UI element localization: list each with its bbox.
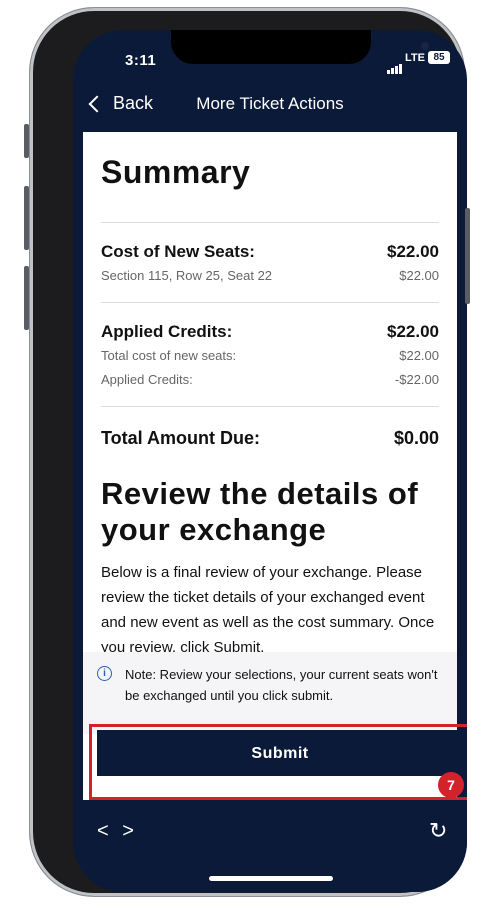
network-label: LTE [405, 52, 425, 64]
summary-heading: Summary [101, 154, 251, 190]
divider [101, 302, 439, 303]
review-heading-line: your exchange [101, 512, 327, 547]
submit-button[interactable]: Submit [97, 730, 463, 776]
cost-new-seats-amount: $22.00 [387, 242, 439, 261]
camera-icon [421, 42, 429, 50]
battery-icon: 85 [428, 51, 450, 64]
signal-icon [387, 56, 403, 74]
applied-credits-row: Applied Credits: $22.00 [101, 322, 439, 342]
cost-new-seats-row: Cost of New Seats: $22.00 [101, 242, 439, 262]
applied-credits-label: Applied Credits: [101, 322, 233, 341]
side-button [24, 266, 29, 330]
seat-detail-label: Section 115, Row 25, Seat 22 [101, 268, 273, 283]
credit-line-amount: -$22.00 [394, 372, 439, 387]
phone-screen: 3:11 LTE 85 Back More Ticket Actions Sum… [73, 30, 467, 892]
credit-line-row: Total cost of new seats: $22.00 [101, 348, 439, 363]
total-label: Total Amount Due: [101, 428, 260, 448]
credit-line-label: Applied Credits: [101, 372, 193, 387]
review-heading: Review the details of your exchange [101, 476, 451, 548]
credit-line-label: Total cost of new seats: [101, 348, 237, 363]
step-badge: 7 [438, 772, 464, 798]
page-title: More Ticket Actions [196, 94, 344, 113]
home-indicator [209, 876, 333, 881]
note-text: Note: Review your selections, your curre… [125, 667, 438, 703]
side-button [24, 186, 29, 250]
seat-detail-amount: $22.00 [399, 268, 439, 283]
side-button [24, 124, 29, 158]
side-button [465, 208, 470, 304]
browser-toolbar: < > ↻ [73, 802, 467, 892]
phone-frame: 3:11 LTE 85 Back More Ticket Actions Sum… [30, 8, 467, 896]
review-description: Below is a final review of your exchange… [101, 564, 435, 656]
status-bar: 3:11 LTE 85 [73, 30, 467, 78]
credit-line-amount: $22.00 [399, 348, 439, 363]
seat-detail-row: Section 115, Row 25, Seat 22 $22.00 [101, 268, 439, 283]
note-panel: i Note: Review your selections, your cur… [83, 652, 457, 734]
notch [171, 30, 429, 64]
credit-line-row: Applied Credits: -$22.00 [101, 372, 439, 387]
status-time: 3:11 [125, 52, 157, 69]
refresh-icon[interactable]: ↻ [429, 818, 447, 844]
applied-credits-amount: $22.00 [387, 322, 439, 341]
main-content: Summary Cost of New Seats: $22.00 Sectio… [83, 132, 457, 734]
review-heading-line: Review the details of [101, 476, 419, 511]
divider [101, 406, 439, 407]
total-row: Total Amount Due: $0.00 [101, 428, 439, 449]
cost-new-seats-label: Cost of New Seats: [101, 242, 255, 261]
nav-bar: Back More Ticket Actions [73, 78, 467, 132]
total-amount: $0.00 [393, 428, 439, 448]
divider [101, 222, 439, 223]
back-forward-arrows[interactable]: < > [97, 820, 138, 843]
info-icon: i [97, 666, 112, 681]
